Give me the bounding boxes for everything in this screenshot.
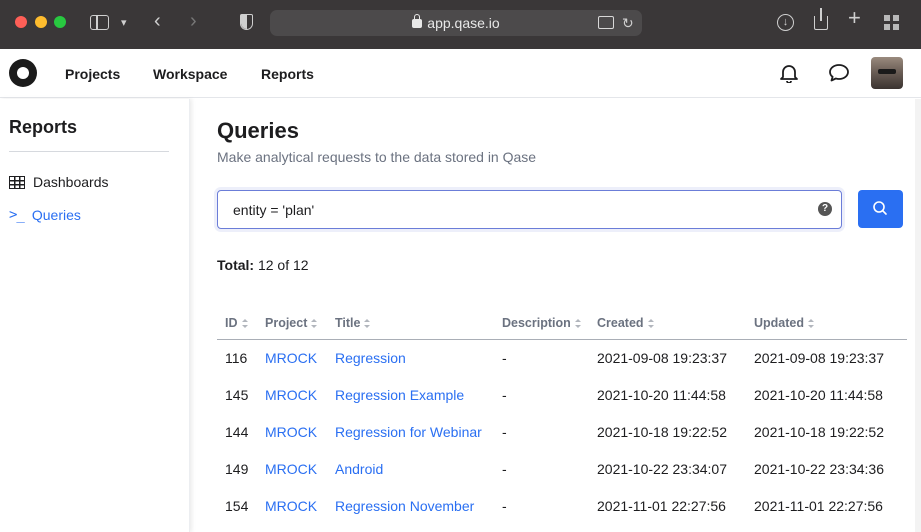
cell-id: 154 (225, 497, 249, 514)
table-row: 116 MROCK Regression - 2021-09-08 19:23:… (217, 339, 907, 376)
nav-reports[interactable]: Reports (261, 66, 314, 82)
total-value: 12 of 12 (257, 257, 309, 273)
cell-id: 116 (225, 349, 248, 366)
sidebar: Reports Dashboards >_ Queries (0, 99, 190, 532)
sort-icon (808, 318, 814, 328)
table-header-row: ID Project Title Description Created Upd… (217, 307, 907, 340)
translate-icon[interactable] (598, 16, 614, 29)
url-text: app.qase.io (270, 14, 642, 31)
column-header-id[interactable]: ID (217, 307, 257, 340)
search-icon (873, 201, 887, 215)
chevron-down-icon[interactable]: ▾ (121, 15, 127, 31)
address-bar[interactable]: app.qase.io ↻ (270, 10, 642, 36)
table-row: 145 MROCK Regression Example - 2021-10-2… (217, 376, 907, 413)
table-row: 144 MROCK Regression for Webinar - 2021-… (217, 413, 907, 450)
cell-title-link[interactable]: Regression November (327, 487, 494, 524)
sort-icon (647, 318, 654, 328)
cell-description: - (502, 349, 507, 366)
cell-title-link[interactable]: Regression Example (327, 376, 494, 413)
share-icon[interactable] (814, 8, 828, 30)
cell-updated: 2021-10-18 19:22:52 (754, 423, 884, 440)
cell-description: - (502, 423, 507, 440)
new-tab-icon[interactable]: + (848, 7, 861, 29)
cell-project-link[interactable]: MROCK (257, 339, 327, 376)
qase-logo-icon[interactable] (9, 59, 37, 87)
shield-icon[interactable] (240, 14, 253, 30)
back-arrow-icon[interactable]: ‹ (154, 11, 161, 31)
cell-created: 2021-11-01 22:27:56 (597, 497, 726, 514)
cell-project-link[interactable]: MROCK (257, 413, 327, 450)
lock-icon (412, 14, 423, 28)
cell-created: 2021-09-08 19:23:37 (597, 349, 727, 366)
query-input-value: entity = 'plan' (233, 202, 315, 218)
cell-id: 149 (225, 460, 249, 477)
page-scrollbar[interactable] (915, 99, 921, 532)
bell-icon[interactable] (779, 63, 799, 83)
cell-updated: 2021-10-20 11:44:58 (754, 386, 883, 403)
sidebar-item-label: Queries (31, 207, 81, 223)
cell-project-link[interactable]: MROCK (257, 376, 327, 413)
cell-id: 144 (225, 423, 249, 440)
cell-title-link[interactable]: Regression for Webinar (327, 413, 494, 450)
download-icon[interactable]: ↓ (777, 14, 794, 31)
cell-description: - (502, 497, 507, 514)
query-input[interactable]: entity = 'plan' ? (217, 190, 842, 229)
sort-icon (364, 318, 371, 328)
minimize-window-button[interactable] (35, 16, 47, 28)
sort-icon (574, 318, 581, 328)
cell-created: 2021-10-18 19:22:52 (597, 423, 727, 440)
total-label: Total: (217, 257, 255, 273)
help-icon[interactable]: ? (818, 202, 832, 216)
zoom-window-button[interactable] (54, 16, 66, 28)
cell-updated: 2021-10-22 23:34:36 (754, 460, 884, 477)
tab-overview-icon[interactable] (884, 15, 900, 31)
cell-description: - (502, 386, 507, 403)
sort-icon (241, 318, 248, 328)
sidebar-item-dashboards[interactable]: Dashboards (9, 174, 109, 190)
cell-id: 145 (225, 386, 249, 403)
cell-updated: 2021-11-01 22:27:56 (754, 497, 883, 514)
main-content: Queries Make analytical requests to the … (190, 99, 915, 532)
avatar[interactable] (871, 57, 903, 89)
nav-workspace[interactable]: Workspace (153, 66, 227, 82)
reload-icon[interactable]: ↻ (622, 15, 634, 31)
sidebar-divider (9, 151, 169, 152)
sidebar-toggle-icon[interactable] (90, 15, 109, 30)
table-grid-icon (9, 175, 25, 189)
search-button[interactable] (858, 190, 903, 228)
column-header-description[interactable]: Description (494, 307, 589, 340)
nav-projects[interactable]: Projects (65, 66, 120, 82)
sidebar-item-label: Dashboards (33, 174, 109, 190)
close-window-button[interactable] (15, 16, 27, 28)
app-header: Projects Workspace Reports (0, 49, 921, 98)
sort-icon (311, 318, 318, 328)
terminal-icon: >_ (9, 207, 25, 223)
table-row: 149 MROCK Android - 2021-10-22 23:34:07 … (217, 450, 907, 487)
cell-created: 2021-10-20 11:44:58 (597, 386, 726, 403)
page-title: Queries (217, 118, 299, 143)
page-subtitle: Make analytical requests to the data sto… (217, 149, 537, 165)
total-count: Total: 12 of 12 (217, 257, 309, 273)
chat-icon[interactable] (828, 63, 850, 83)
column-header-updated[interactable]: Updated (746, 307, 907, 340)
cell-created: 2021-10-22 23:34:07 (597, 460, 727, 477)
sidebar-item-queries[interactable]: >_ Queries (9, 207, 81, 223)
cell-project-link[interactable]: MROCK (257, 450, 327, 487)
table-row: 154 MROCK Regression November - 2021-11-… (217, 487, 907, 524)
forward-arrow-icon[interactable]: › (190, 11, 197, 31)
cell-updated: 2021-09-08 19:23:37 (754, 349, 884, 366)
queries-table: ID Project Title Description Created Upd… (217, 307, 907, 524)
cell-title-link[interactable]: Android (327, 450, 494, 487)
cell-project-link[interactable]: MROCK (257, 487, 327, 524)
browser-toolbar: ▾ ‹ › app.qase.io ↻ ↓ + (0, 0, 921, 49)
column-header-created[interactable]: Created (589, 307, 746, 340)
column-header-project[interactable]: Project (257, 307, 327, 340)
column-header-title[interactable]: Title (327, 307, 494, 340)
sidebar-title: Reports (9, 117, 78, 137)
cell-description: - (502, 460, 507, 477)
cell-title-link[interactable]: Regression (327, 339, 494, 376)
